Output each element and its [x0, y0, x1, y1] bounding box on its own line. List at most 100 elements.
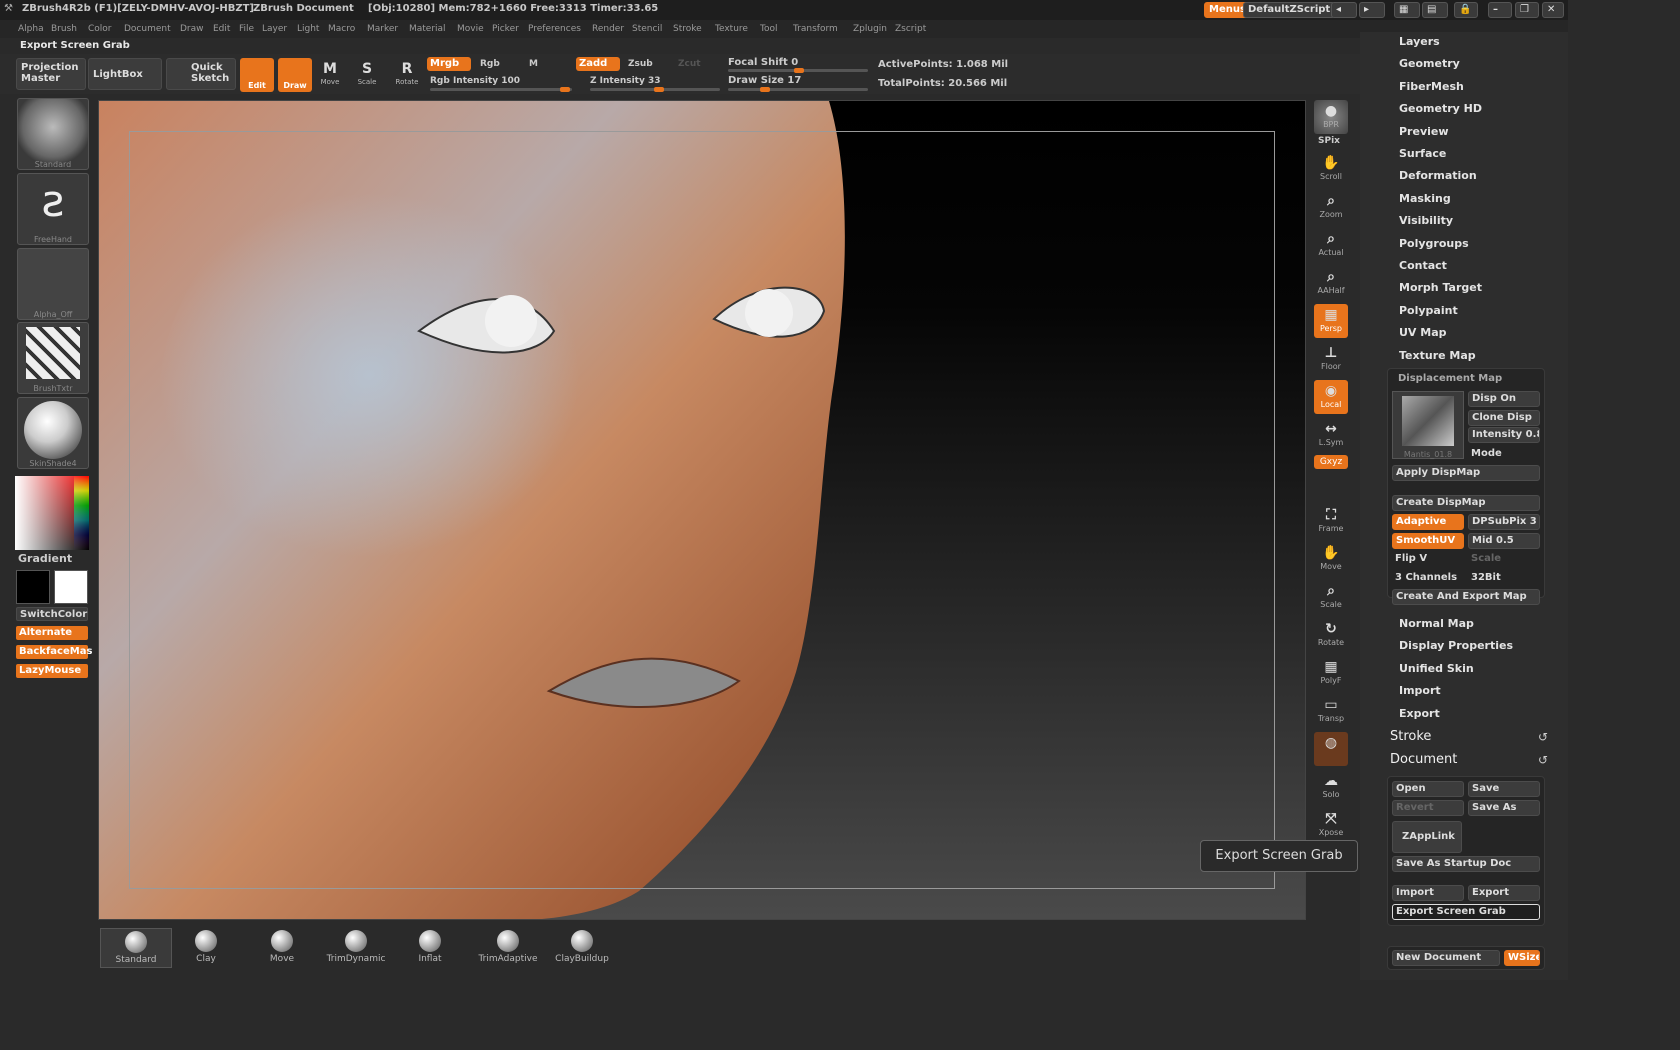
tool-menu-preview[interactable]: Preview — [1399, 125, 1449, 138]
floor-button[interactable]: ⊥ Floor — [1314, 342, 1348, 376]
tool-menu-uv-map[interactable]: UV Map — [1399, 326, 1447, 339]
create-export-map-button[interactable]: Create And Export Map — [1392, 589, 1540, 605]
menu-draw[interactable]: Draw — [180, 24, 204, 34]
tool-menu-deformation[interactable]: Deformation — [1399, 169, 1477, 182]
scroll-button[interactable]: ✋ Scroll — [1314, 152, 1348, 186]
smoothuv-toggle[interactable]: SmoothUV — [1392, 533, 1464, 549]
actual-button[interactable]: ⌕ Actual — [1314, 228, 1348, 262]
menu-marker[interactable]: Marker — [367, 24, 398, 34]
projection-master-button[interactable]: Projection Master — [16, 58, 86, 90]
tool-menu-unified-skin[interactable]: Unified Skin — [1399, 662, 1474, 675]
menu-stencil[interactable]: Stencil — [632, 24, 662, 34]
draw-button[interactable]: Draw — [278, 58, 312, 92]
menu-color[interactable]: Color — [88, 24, 112, 34]
secondary-color-swatch[interactable] — [54, 570, 88, 604]
layout2-icon[interactable]: ▤ — [1422, 2, 1448, 18]
main-color-swatch[interactable] — [16, 570, 50, 604]
flipv-toggle[interactable]: Flip V — [1392, 552, 1464, 568]
menu-texture[interactable]: Texture — [715, 24, 748, 34]
z-intensity-slider[interactable] — [590, 87, 720, 92]
maximize-icon[interactable]: ❐ — [1515, 2, 1539, 18]
scroll-right-icon[interactable]: ▸ — [1359, 2, 1385, 18]
stroke-reset-icon[interactable]: ↺ — [1538, 730, 1548, 744]
alpha-thumbnail[interactable]: Alpha_Off — [17, 248, 89, 320]
draw-size-slider[interactable] — [728, 87, 868, 92]
xyz-button[interactable]: Gxyz — [1314, 455, 1348, 469]
brush-inflat[interactable]: Inflat — [394, 928, 466, 968]
lazymouse-button[interactable]: LazyMouse — [16, 664, 88, 678]
disp-on-button[interactable]: Disp On — [1468, 391, 1540, 407]
menu-document[interactable]: Document — [124, 24, 171, 34]
tool-menu-polypaint[interactable]: Polypaint — [1399, 304, 1458, 317]
zsub-button[interactable]: Zsub — [628, 59, 653, 69]
menu-stroke[interactable]: Stroke — [673, 24, 702, 34]
open-button[interactable]: Open — [1392, 781, 1464, 797]
mrgb-button[interactable]: Mrgb — [427, 57, 471, 71]
tool-menu-geometry[interactable]: Geometry — [1399, 57, 1460, 70]
export-button[interactable]: Export — [1468, 885, 1540, 901]
save-button[interactable]: Save — [1468, 781, 1540, 797]
apply-dispmap-button[interactable]: Apply DispMap — [1392, 465, 1540, 481]
polyf-button[interactable]: ▦ PolyF — [1314, 656, 1348, 690]
texture-thumbnail[interactable]: BrushTxtr — [17, 322, 89, 394]
brush-trimdynamic[interactable]: TrimDynamic — [320, 928, 392, 968]
scroll-left-icon[interactable]: ◂ — [1331, 2, 1357, 18]
menu-picker[interactable]: Picker — [492, 24, 519, 34]
clone-disp-button[interactable]: Clone Disp — [1468, 410, 1540, 426]
tool-menu-masking[interactable]: Masking — [1399, 192, 1451, 205]
local-button[interactable]: ◉ Local — [1314, 380, 1348, 414]
menu-transform[interactable]: Transform — [793, 24, 838, 34]
zoom-button[interactable]: ⌕ Zoom — [1314, 190, 1348, 224]
switchcolor-button[interactable]: SwitchColor — [16, 607, 88, 621]
zadd-button[interactable]: Zadd — [576, 57, 620, 71]
transp-button[interactable]: ▭ Transp — [1314, 694, 1348, 728]
aahalf-button[interactable]: ⌕ AAHalf — [1314, 266, 1348, 300]
channels-button[interactable]: 3 Channels — [1392, 571, 1464, 587]
rotate-button[interactable]: ↻ Rotate — [1314, 618, 1348, 652]
menu-macro[interactable]: Macro — [328, 24, 355, 34]
tool-menu-export[interactable]: Export — [1399, 707, 1440, 720]
solo-button[interactable]: ☁ Solo — [1314, 770, 1348, 804]
document-section[interactable]: Document — [1390, 752, 1457, 767]
scale-button[interactable]: ⌕ Scale — [1314, 580, 1348, 614]
tool-menu-polygroups[interactable]: Polygroups — [1399, 237, 1469, 250]
32bit-toggle[interactable]: 32Bit — [1468, 571, 1540, 587]
ghost-button[interactable]: ◍ — [1314, 732, 1348, 766]
tool-menu-geometry-hd[interactable]: Geometry HD — [1399, 102, 1482, 115]
save-startup-doc-button[interactable]: Save As Startup Doc — [1392, 856, 1540, 872]
lsym-button[interactable]: ↔ L.Sym — [1314, 418, 1348, 452]
color-picker[interactable] — [15, 476, 89, 550]
move-button[interactable]: ✋ Move — [1314, 542, 1348, 576]
bpr-button[interactable]: ● BPR — [1314, 100, 1348, 134]
menu-preferences[interactable]: Preferences — [528, 24, 581, 34]
brush-trimadaptive[interactable]: TrimAdaptive — [472, 928, 544, 968]
wsize-button[interactable]: WSize — [1504, 950, 1540, 966]
stroke-section[interactable]: Stroke — [1390, 729, 1431, 744]
brush-clay[interactable]: Clay — [170, 928, 242, 968]
brush-move[interactable]: Move — [246, 928, 318, 968]
rotate-mode-button[interactable]: R Rotate — [393, 60, 421, 88]
adaptive-toggle[interactable]: Adaptive — [1392, 514, 1464, 530]
edit-button[interactable]: Edit — [240, 58, 274, 92]
menu-render[interactable]: Render — [592, 24, 624, 34]
move-mode-button[interactable]: M Move — [316, 60, 344, 88]
intensity-slider[interactable]: Intensity 0.8 — [1468, 427, 1540, 443]
tool-menu-contact[interactable]: Contact — [1399, 259, 1447, 272]
rgb-intensity-slider[interactable] — [430, 87, 572, 92]
brush-thumbnail[interactable]: Standard — [17, 98, 89, 170]
quick-sketch-button[interactable]: Quick Sketch — [166, 58, 236, 90]
tool-menu-fibermesh[interactable]: FiberMesh — [1399, 80, 1464, 93]
displacement-map-title[interactable]: Displacement Map — [1398, 373, 1502, 384]
persp-button[interactable]: ▦ Persp — [1314, 304, 1348, 338]
alternate-button[interactable]: Alternate — [16, 626, 88, 640]
mode-button[interactable]: Mode — [1468, 447, 1540, 463]
lightbox-button[interactable]: LightBox — [88, 58, 162, 90]
displacement-thumbnail[interactable]: Mantis_01.8 — [1392, 391, 1464, 459]
menu-zscript[interactable]: Zscript — [895, 24, 926, 34]
tool-menu-normal-map[interactable]: Normal Map — [1399, 617, 1474, 630]
export-screen-grab-button[interactable]: Export Screen Grab — [1392, 904, 1540, 920]
spix-slider[interactable]: SPix — [1318, 136, 1340, 146]
rgb-button[interactable]: Rgb — [480, 59, 500, 69]
tool-menu-morph-target[interactable]: Morph Target — [1399, 281, 1482, 294]
tool-menu-display-properties[interactable]: Display Properties — [1399, 639, 1513, 652]
